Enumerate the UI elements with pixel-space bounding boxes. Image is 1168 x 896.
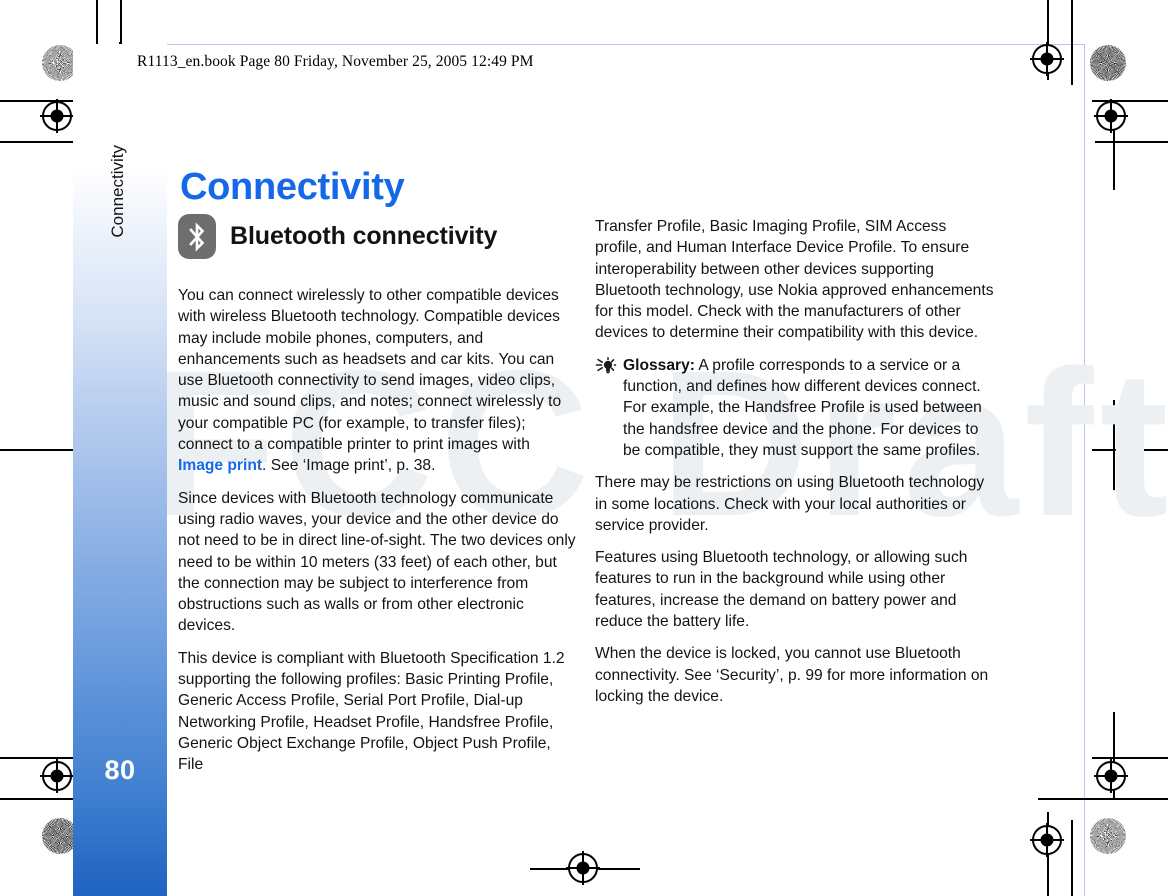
section-heading: Bluetooth connectivity: [178, 214, 497, 259]
section-heading-label: Bluetooth connectivity: [230, 222, 498, 250]
bluetooth-icon: [178, 214, 216, 259]
glossary-note: Glossary: A profile corresponds to a ser…: [595, 355, 995, 461]
sidebar-chapter-tab: Connectivity: [108, 145, 128, 305]
paragraph-battery: Features using Bluetooth technology, or …: [595, 549, 968, 631]
text-column-left: You can connect wirelessly to other comp…: [178, 285, 578, 787]
ui-term-image-print: Image print: [178, 457, 263, 475]
paragraph-intro: You can connect wirelessly to other comp…: [178, 285, 578, 477]
paragraph-radio-waves: Since devices with Bluetooth technology …: [178, 489, 576, 635]
document-header-line: R1113_en.book Page 80 Friday, November 2…: [137, 53, 534, 70]
printed-page: FCC Draft Connectivity 80 R1113_en.book …: [0, 0, 1168, 896]
paragraph-profiles: This device is compliant with Bluetooth …: [178, 649, 565, 774]
page-number: 80: [104, 755, 136, 785]
paragraph-intro-text-after: . See ‘Image print’, p. 38.: [262, 457, 436, 475]
paragraph-profiles-continuation: Transfer Profile, Basic Imaging Profile,…: [595, 218, 994, 342]
glossary-note-label: Glossary:: [623, 356, 695, 374]
tip-lightbulb-icon: [595, 356, 617, 375]
paragraph-locked: When the device is locked, you cannot us…: [595, 645, 989, 705]
paragraph-restrictions: There may be restrictions on using Bluet…: [595, 474, 985, 534]
page-content: FCC Draft Connectivity 80 R1113_en.book …: [0, 0, 1168, 896]
text-column-right: Transfer Profile, Basic Imaging Profile,…: [595, 216, 995, 718]
chapter-title: Connectivity: [180, 166, 405, 209]
paragraph-intro-text-before: You can connect wirelessly to other comp…: [178, 287, 562, 454]
sidebar-chapter-tab-label: Connectivity: [108, 145, 127, 238]
